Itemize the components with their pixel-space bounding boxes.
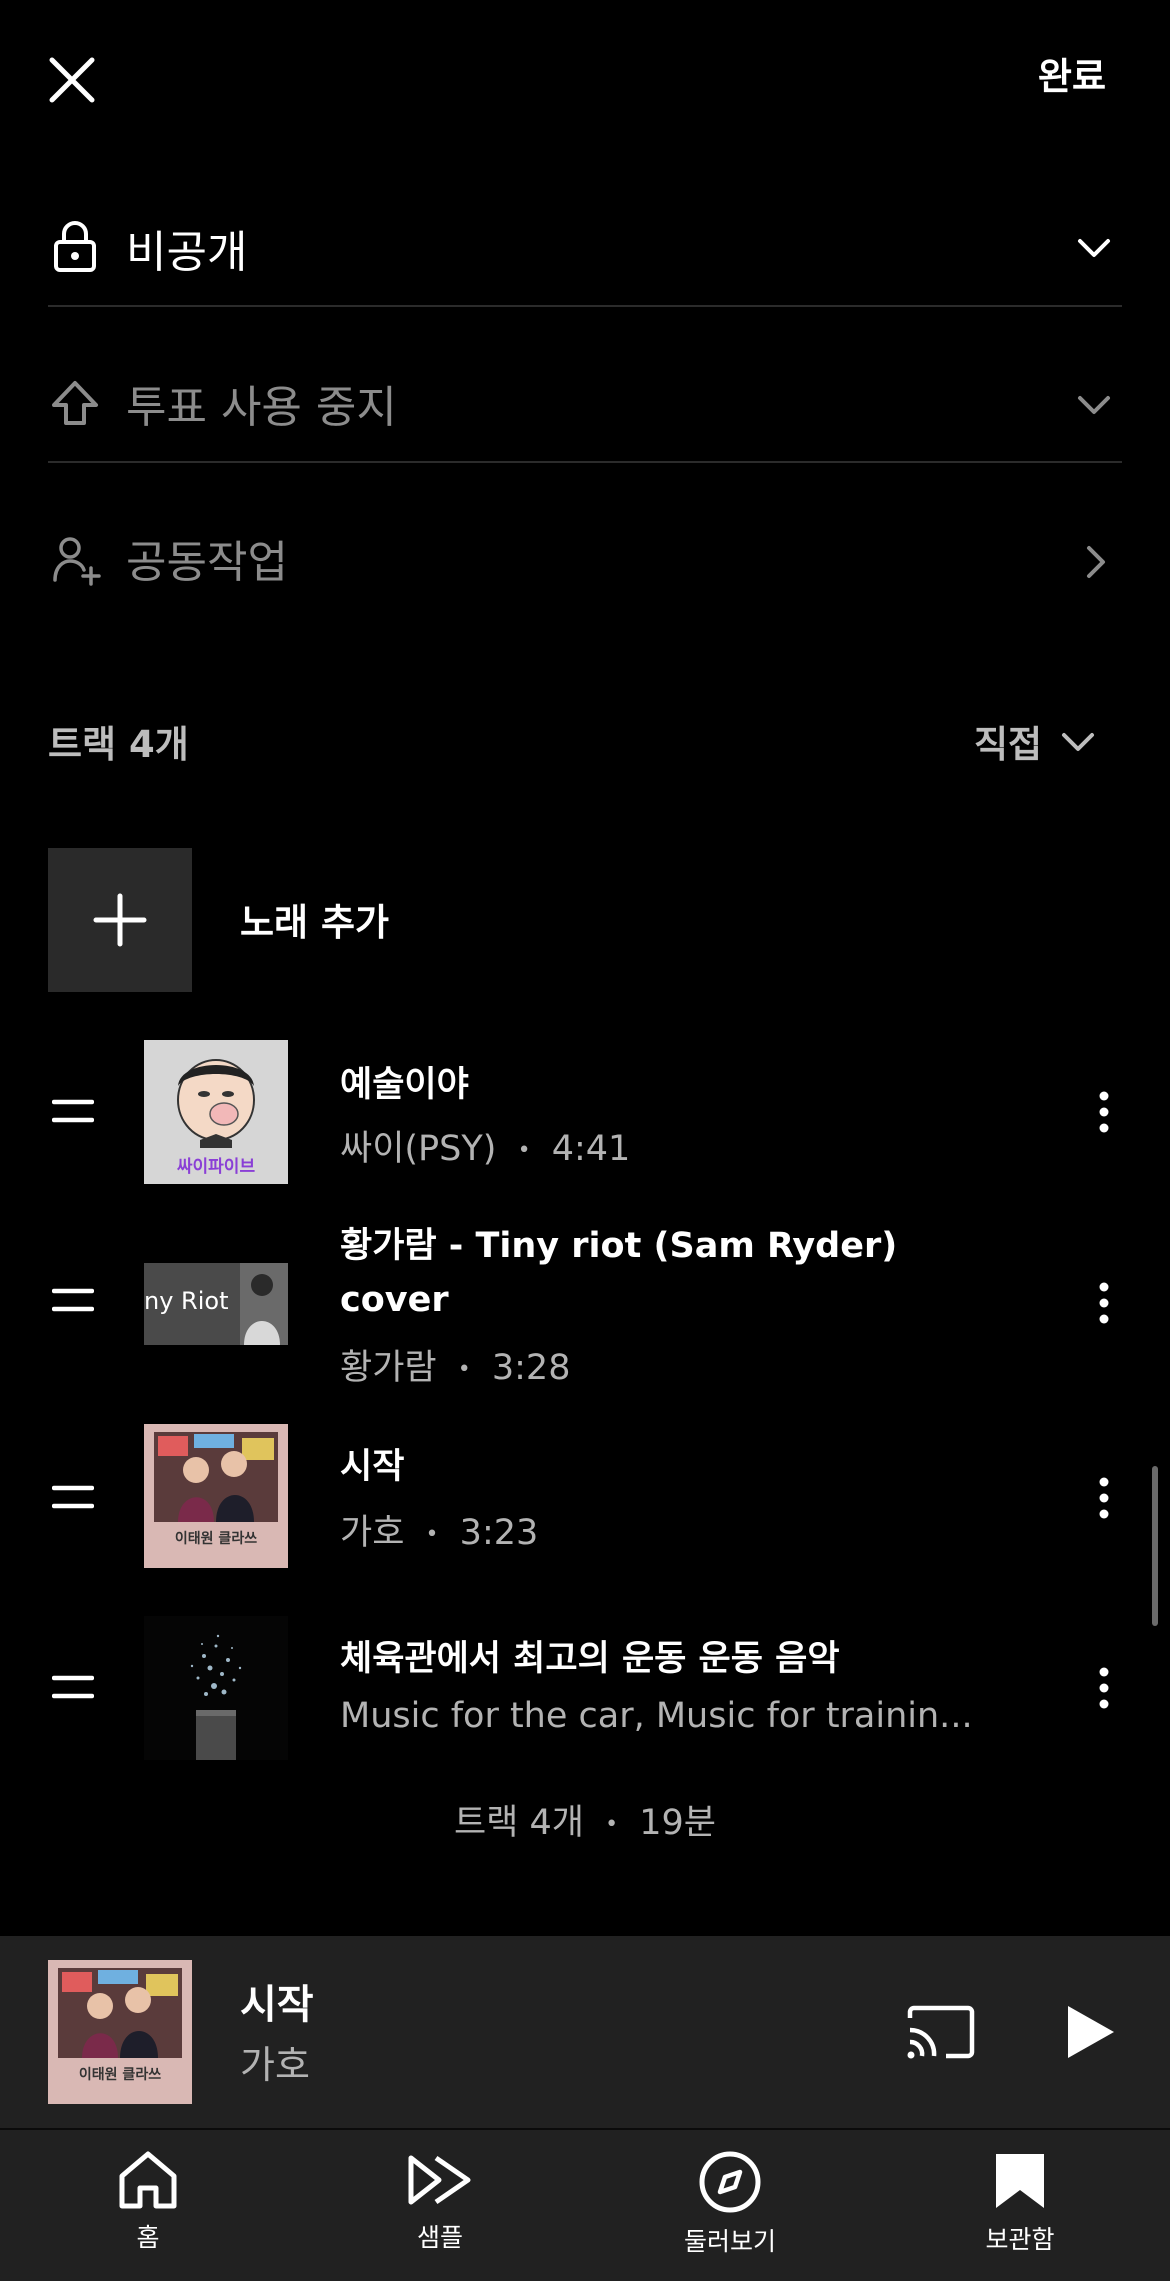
scrollbar[interactable] — [1152, 1466, 1158, 1626]
bookmark-icon — [992, 2150, 1048, 2212]
chevron-down-icon — [1076, 393, 1112, 417]
album-art — [144, 1616, 288, 1760]
close-icon[interactable] — [48, 56, 96, 104]
album-art: ny Riot — [144, 1263, 288, 1345]
more-options-icon[interactable] — [1092, 1281, 1116, 1325]
drag-handle-icon[interactable] — [52, 1285, 94, 1315]
drag-handle-icon[interactable] — [52, 1672, 94, 1702]
track-row[interactable]: 이태원 클라쓰 시작 가호 • 3:23 — [0, 1424, 1170, 1568]
cast-icon[interactable] — [906, 2004, 976, 2060]
separator-dot: • — [605, 1811, 619, 1837]
done-button[interactable]: 완료 — [1038, 46, 1106, 100]
more-options-icon[interactable] — [1092, 1090, 1116, 1134]
drag-handle-icon[interactable] — [52, 1096, 94, 1126]
tab-library-label: 보관함 — [985, 2225, 1055, 2254]
home-icon — [116, 2150, 180, 2210]
chevron-down-icon — [1076, 236, 1112, 260]
track-meta: 황가람 • 3:28 — [340, 1339, 570, 1390]
track-artist: 황가람 — [340, 1348, 437, 1388]
album-art-text: 이태원 클라쓰 — [78, 2067, 162, 2083]
compass-icon — [698, 2150, 762, 2214]
collaborate-setting-row[interactable]: 공동작업 — [0, 510, 1170, 610]
tab-samples-label: 샘플 — [416, 2223, 463, 2252]
privacy-setting-row[interactable]: 비공개 — [0, 200, 1170, 300]
more-options-icon[interactable] — [1092, 1666, 1116, 1710]
drag-handle-icon[interactable] — [52, 1482, 94, 1512]
now-playing-album-art: 이태원 클라쓰 — [48, 1960, 192, 2104]
chevron-right-icon — [1084, 544, 1108, 580]
track-title: 예술이야 — [340, 1065, 469, 1105]
separator-dot: • — [457, 1356, 471, 1382]
upvote-icon — [50, 379, 100, 427]
add-person-icon — [52, 534, 102, 586]
tab-home[interactable]: 홈 — [48, 2150, 248, 2254]
track-count-label: 트랙 4개 — [48, 723, 189, 766]
collaborate-label: 공동작업 — [126, 537, 288, 588]
samples-icon — [406, 2150, 474, 2210]
voting-setting-row[interactable]: 투표 사용 중지 — [0, 355, 1170, 455]
play-icon[interactable] — [1062, 2002, 1118, 2062]
tab-explore-label: 둘러보기 — [683, 2227, 776, 2256]
track-duration: 3:23 — [459, 1513, 539, 1553]
more-options-icon[interactable] — [1092, 1476, 1116, 1520]
separator-dot: • — [425, 1521, 439, 1547]
track-row[interactable]: 체육관에서 최고의 운동 운동 음악 Music for the car, Mu… — [0, 1616, 1170, 1760]
track-meta: 싸이(PSY) • 4:41 — [340, 1120, 630, 1171]
lock-icon — [52, 220, 98, 274]
track-title: 체육관에서 최고의 운동 운동 음악 — [340, 1639, 840, 1679]
add-song-button[interactable]: 노래 추가 — [48, 848, 748, 992]
track-title: 황가람 - Tiny riot (Sam Ryder) cover — [340, 1219, 897, 1327]
separator-dot: • — [517, 1137, 531, 1163]
track-artist: 가호 — [340, 1513, 405, 1553]
tab-samples[interactable]: 샘플 — [340, 2150, 540, 2254]
voting-label: 투표 사용 중지 — [126, 382, 397, 433]
track-duration: 3:28 — [491, 1348, 571, 1388]
track-row[interactable]: 싸이파이브 예술이야 싸이(PSY) • 4:41 — [0, 1040, 1170, 1184]
track-row[interactable]: ny Riot 황가람 - Tiny riot (Sam Ryder) cove… — [0, 1215, 1170, 1395]
track-title: 시작 — [340, 1447, 405, 1487]
track-artist: 싸이(PSY) — [340, 1129, 497, 1169]
album-art-text: 싸이파이브 — [176, 1157, 256, 1177]
album-art-text: 이태원 클라쓰 — [174, 1531, 258, 1547]
album-art: 이태원 클라쓰 — [144, 1424, 288, 1568]
track-duration: 4:41 — [551, 1129, 631, 1169]
track-meta: 가호 • 3:23 — [340, 1504, 538, 1555]
track-title-line1: 황가람 - Tiny riot (Sam Ryder) — [340, 1226, 898, 1266]
now-playing-bar[interactable]: 이태원 클라쓰 시작 가호 — [0, 1936, 1170, 2128]
sort-label: 직접 — [974, 723, 1043, 766]
tab-explore[interactable]: 둘러보기 — [630, 2150, 830, 2258]
track-subtitle: Music for the car, Music for trainin... — [340, 1696, 973, 1736]
add-song-tile — [48, 848, 192, 992]
plus-icon — [92, 892, 148, 948]
now-playing-artist: 가호 — [240, 2043, 310, 2087]
tab-home-label: 홈 — [136, 2223, 160, 2252]
divider — [48, 461, 1122, 463]
tab-library[interactable]: 보관함 — [920, 2150, 1120, 2256]
album-art-text: ny Riot — [144, 1287, 229, 1315]
playlist-summary: 트랙 4개 • 19분 — [0, 1794, 1170, 1845]
privacy-label: 비공개 — [126, 227, 248, 278]
album-art: 싸이파이브 — [144, 1040, 288, 1184]
chevron-down-icon — [1060, 730, 1096, 754]
track-title-line2: cover — [340, 1280, 449, 1320]
sort-dropdown[interactable]: 직접 — [960, 710, 1110, 770]
divider — [48, 305, 1122, 307]
summary-track-count: 트랙 4개 — [453, 1803, 584, 1843]
add-song-label: 노래 추가 — [240, 901, 390, 944]
now-playing-title: 시작 — [240, 1982, 314, 2028]
summary-duration: 19분 — [639, 1803, 716, 1843]
